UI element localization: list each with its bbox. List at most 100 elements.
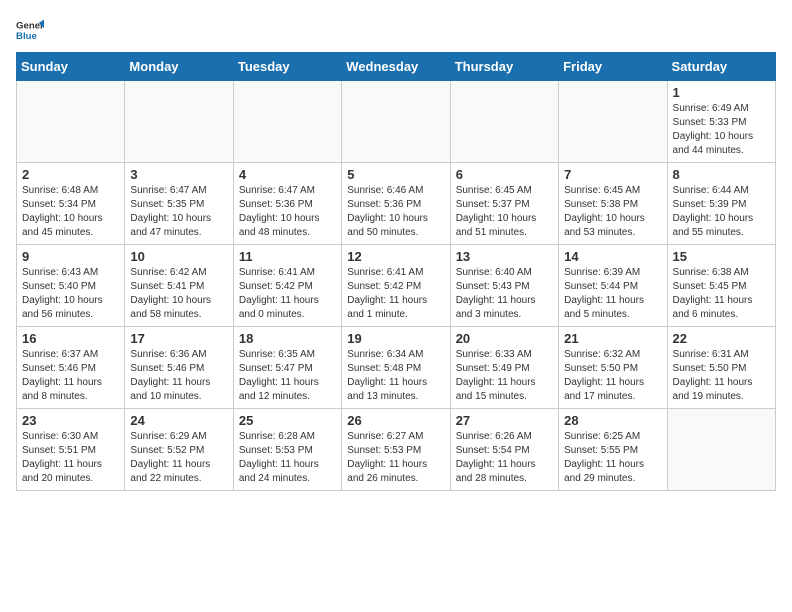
calendar-cell: 23 Sunrise: 6:30 AM Sunset: 5:51 PM Dayli…: [17, 409, 125, 491]
logo: General Blue: [16, 16, 44, 44]
calendar-cell: 20 Sunrise: 6:33 AM Sunset: 5:49 PM Dayli…: [450, 327, 558, 409]
day-number: 10: [130, 249, 227, 264]
calendar-week-3: 9Sunrise: 6:43 AM Sunset: 5:40 PM Daylig…: [17, 245, 776, 327]
header: General Blue: [16, 16, 776, 44]
day-number: 8: [673, 167, 770, 182]
day-number: 14: [564, 249, 661, 264]
calendar-cell: 19Sunrise: 6:34 AM Sunset: 5:48 PM Dayli…: [342, 327, 450, 409]
calendar-week-4: 16 Sunrise: 6:37 AM Sunset: 5:46 PM Dayli…: [17, 327, 776, 409]
calendar-cell: 4 Sunrise: 6:47 AM Sunset: 5:36 PM Daylig…: [233, 163, 341, 245]
day-info: Sunrise: 6:41 AM Sunset: 5:42 PM Dayligh…: [347, 266, 444, 322]
day-info: Sunrise: 6:45 AM Sunset: 5:37 PM Dayligh…: [456, 184, 553, 240]
day-number: 4: [239, 167, 336, 182]
calendar-cell: 9Sunrise: 6:43 AM Sunset: 5:40 PM Daylig…: [17, 245, 125, 327]
calendar-cell: 10Sunrise: 6:42 AM Sunset: 5:41 PM Dayli…: [125, 245, 233, 327]
day-info: Sunrise: 6:44 AM Sunset: 5:39 PM Dayligh…: [673, 184, 770, 240]
calendar-cell: 27 Sunrise: 6:26 AM Sunset: 5:54 PM Dayli…: [450, 409, 558, 491]
weekday-header-friday: Friday: [559, 53, 667, 81]
weekday-header-sunday: Sunday: [17, 53, 125, 81]
calendar-week-1: 1 Sunrise: 6:49 AM Sunset: 5:33 PM Daylig…: [17, 81, 776, 163]
day-number: 17: [130, 331, 227, 346]
calendar-cell: 1 Sunrise: 6:49 AM Sunset: 5:33 PM Daylig…: [667, 81, 775, 163]
day-number: 13: [456, 249, 553, 264]
day-number: 11: [239, 249, 336, 264]
day-number: 6: [456, 167, 553, 182]
calendar-cell: 25 Sunrise: 6:28 AM Sunset: 5:53 PM Dayli…: [233, 409, 341, 491]
calendar-cell: 8 Sunrise: 6:44 AM Sunset: 5:39 PM Daylig…: [667, 163, 775, 245]
day-info: Sunrise: 6:32 AM Sunset: 5:50 PM Dayligh…: [564, 348, 661, 404]
day-number: 18: [239, 331, 336, 346]
day-number: 3: [130, 167, 227, 182]
weekday-header-wednesday: Wednesday: [342, 53, 450, 81]
day-info: Sunrise: 6:26 AM Sunset: 5:54 PM Dayligh…: [456, 430, 553, 486]
svg-text:Blue: Blue: [16, 31, 37, 42]
day-info: Sunrise: 6:47 AM Sunset: 5:36 PM Dayligh…: [239, 184, 336, 240]
calendar-week-5: 23 Sunrise: 6:30 AM Sunset: 5:51 PM Dayli…: [17, 409, 776, 491]
calendar-cell: 11 Sunrise: 6:41 AM Sunset: 5:42 PM Dayli…: [233, 245, 341, 327]
day-info: Sunrise: 6:47 AM Sunset: 5:35 PM Dayligh…: [130, 184, 227, 240]
day-info: Sunrise: 6:36 AM Sunset: 5:46 PM Dayligh…: [130, 348, 227, 404]
calendar-week-2: 2 Sunrise: 6:48 AM Sunset: 5:34 PM Daylig…: [17, 163, 776, 245]
calendar-cell: 3 Sunrise: 6:47 AM Sunset: 5:35 PM Daylig…: [125, 163, 233, 245]
day-info: Sunrise: 6:27 AM Sunset: 5:53 PM Dayligh…: [347, 430, 444, 486]
weekday-header-tuesday: Tuesday: [233, 53, 341, 81]
day-number: 26: [347, 413, 444, 428]
day-info: Sunrise: 6:28 AM Sunset: 5:53 PM Dayligh…: [239, 430, 336, 486]
calendar-cell: [450, 81, 558, 163]
day-number: 22: [673, 331, 770, 346]
day-info: Sunrise: 6:33 AM Sunset: 5:49 PM Dayligh…: [456, 348, 553, 404]
day-info: Sunrise: 6:31 AM Sunset: 5:50 PM Dayligh…: [673, 348, 770, 404]
calendar: SundayMondayTuesdayWednesdayThursdayFrid…: [16, 52, 776, 491]
calendar-cell: 21 Sunrise: 6:32 AM Sunset: 5:50 PM Dayli…: [559, 327, 667, 409]
calendar-cell: 12 Sunrise: 6:41 AM Sunset: 5:42 PM Dayli…: [342, 245, 450, 327]
calendar-cell: 28Sunrise: 6:25 AM Sunset: 5:55 PM Dayli…: [559, 409, 667, 491]
day-info: Sunrise: 6:35 AM Sunset: 5:47 PM Dayligh…: [239, 348, 336, 404]
day-number: 20: [456, 331, 553, 346]
day-info: Sunrise: 6:30 AM Sunset: 5:51 PM Dayligh…: [22, 430, 119, 486]
day-number: 27: [456, 413, 553, 428]
day-info: Sunrise: 6:38 AM Sunset: 5:45 PM Dayligh…: [673, 266, 770, 322]
calendar-cell: 13Sunrise: 6:40 AM Sunset: 5:43 PM Dayli…: [450, 245, 558, 327]
calendar-cell: 15 Sunrise: 6:38 AM Sunset: 5:45 PM Dayli…: [667, 245, 775, 327]
calendar-cell: 26 Sunrise: 6:27 AM Sunset: 5:53 PM Dayli…: [342, 409, 450, 491]
calendar-cell: 18 Sunrise: 6:35 AM Sunset: 5:47 PM Dayli…: [233, 327, 341, 409]
logo-icon: General Blue: [16, 16, 44, 44]
day-number: 12: [347, 249, 444, 264]
day-info: Sunrise: 6:29 AM Sunset: 5:52 PM Dayligh…: [130, 430, 227, 486]
svg-text:General: General: [16, 20, 44, 31]
calendar-cell: 17 Sunrise: 6:36 AM Sunset: 5:46 PM Dayli…: [125, 327, 233, 409]
day-number: 1: [673, 85, 770, 100]
day-number: 23: [22, 413, 119, 428]
day-number: 2: [22, 167, 119, 182]
day-info: Sunrise: 6:46 AM Sunset: 5:36 PM Dayligh…: [347, 184, 444, 240]
calendar-cell: [342, 81, 450, 163]
day-number: 9: [22, 249, 119, 264]
day-number: 7: [564, 167, 661, 182]
day-number: 21: [564, 331, 661, 346]
weekday-header-thursday: Thursday: [450, 53, 558, 81]
calendar-cell: 2 Sunrise: 6:48 AM Sunset: 5:34 PM Daylig…: [17, 163, 125, 245]
weekday-header-monday: Monday: [125, 53, 233, 81]
day-info: Sunrise: 6:37 AM Sunset: 5:46 PM Dayligh…: [22, 348, 119, 404]
calendar-cell: 24 Sunrise: 6:29 AM Sunset: 5:52 PM Dayli…: [125, 409, 233, 491]
calendar-cell: 6 Sunrise: 6:45 AM Sunset: 5:37 PM Daylig…: [450, 163, 558, 245]
calendar-cell: [559, 81, 667, 163]
calendar-cell: 7Sunrise: 6:45 AM Sunset: 5:38 PM Daylig…: [559, 163, 667, 245]
day-info: Sunrise: 6:48 AM Sunset: 5:34 PM Dayligh…: [22, 184, 119, 240]
day-number: 24: [130, 413, 227, 428]
calendar-cell: 22 Sunrise: 6:31 AM Sunset: 5:50 PM Dayli…: [667, 327, 775, 409]
day-number: 16: [22, 331, 119, 346]
calendar-cell: 14 Sunrise: 6:39 AM Sunset: 5:44 PM Dayli…: [559, 245, 667, 327]
calendar-cell: [667, 409, 775, 491]
day-number: 19: [347, 331, 444, 346]
calendar-cell: 5Sunrise: 6:46 AM Sunset: 5:36 PM Daylig…: [342, 163, 450, 245]
day-number: 25: [239, 413, 336, 428]
day-info: Sunrise: 6:41 AM Sunset: 5:42 PM Dayligh…: [239, 266, 336, 322]
calendar-cell: [125, 81, 233, 163]
day-info: Sunrise: 6:25 AM Sunset: 5:55 PM Dayligh…: [564, 430, 661, 486]
day-info: Sunrise: 6:49 AM Sunset: 5:33 PM Dayligh…: [673, 102, 770, 158]
calendar-cell: [17, 81, 125, 163]
day-info: Sunrise: 6:39 AM Sunset: 5:44 PM Dayligh…: [564, 266, 661, 322]
calendar-cell: 16 Sunrise: 6:37 AM Sunset: 5:46 PM Dayli…: [17, 327, 125, 409]
day-number: 15: [673, 249, 770, 264]
